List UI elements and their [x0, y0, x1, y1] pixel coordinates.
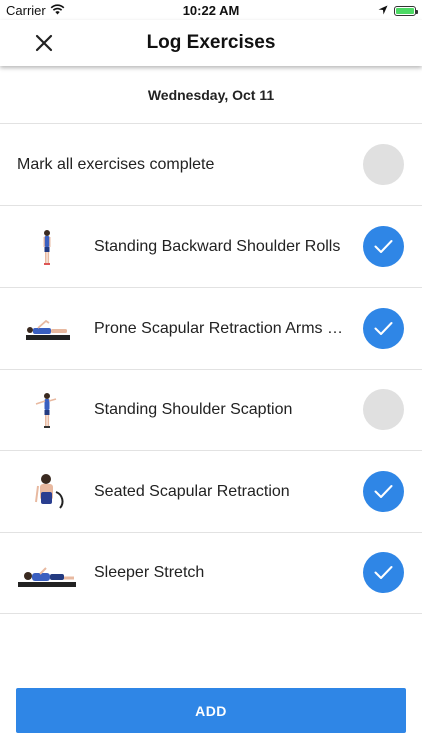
mark-all-label: Mark all exercises complete [17, 156, 215, 173]
exercise-checkbox[interactable] [363, 471, 404, 512]
status-bar: Carrier 10:22 AM [0, 0, 422, 20]
mark-all-checkbox[interactable] [363, 144, 404, 185]
status-right [378, 3, 418, 18]
nav-bar: Log Exercises [0, 20, 422, 66]
exercise-checkbox[interactable] [363, 308, 404, 349]
checkmark-icon [374, 322, 393, 335]
location-arrow-icon [378, 3, 388, 18]
add-button-label: ADD [195, 702, 227, 719]
exercise-row[interactable]: Seated Scapular Retraction [0, 451, 422, 533]
checkmark-icon [374, 485, 393, 498]
exercise-thumbnail [16, 227, 78, 267]
exercise-thumbnail [16, 553, 78, 593]
checkmark-icon [374, 566, 393, 579]
exercise-row[interactable]: Prone Scapular Retraction Arms at Side [0, 288, 422, 370]
exercise-name: Sleeper Stretch [94, 564, 205, 581]
checkmark-icon [374, 240, 393, 253]
mark-all-row[interactable]: Mark all exercises complete [0, 124, 422, 206]
date-header: Wednesday, Oct 11 [0, 66, 422, 124]
date-label: Wednesday, Oct 11 [147, 86, 275, 103]
status-time: 10:22 AM [182, 3, 240, 18]
exercise-name: Prone Scapular Retraction Arms at Side [94, 320, 346, 337]
exercise-name: Standing Backward Shoulder Rolls [94, 238, 341, 255]
battery-icon [394, 5, 418, 16]
exercise-thumbnail [16, 309, 78, 349]
page-title: Log Exercises [146, 32, 276, 53]
exercise-name: Seated Scapular Retraction [94, 483, 290, 500]
exercise-checkbox[interactable] [363, 226, 404, 267]
exercise-row[interactable]: Standing Backward Shoulder Rolls [0, 206, 422, 288]
exercise-thumbnail [16, 472, 78, 512]
exercise-checkbox[interactable] [363, 389, 404, 430]
exercise-row[interactable]: Sleeper Stretch [0, 532, 422, 614]
add-button[interactable]: ADD [16, 688, 406, 733]
exercise-checkbox[interactable] [363, 552, 404, 593]
exercise-row[interactable]: Standing Shoulder Scaption [0, 369, 422, 451]
exercise-name: Standing Shoulder Scaption [94, 401, 293, 418]
exercise-thumbnail [16, 390, 78, 430]
